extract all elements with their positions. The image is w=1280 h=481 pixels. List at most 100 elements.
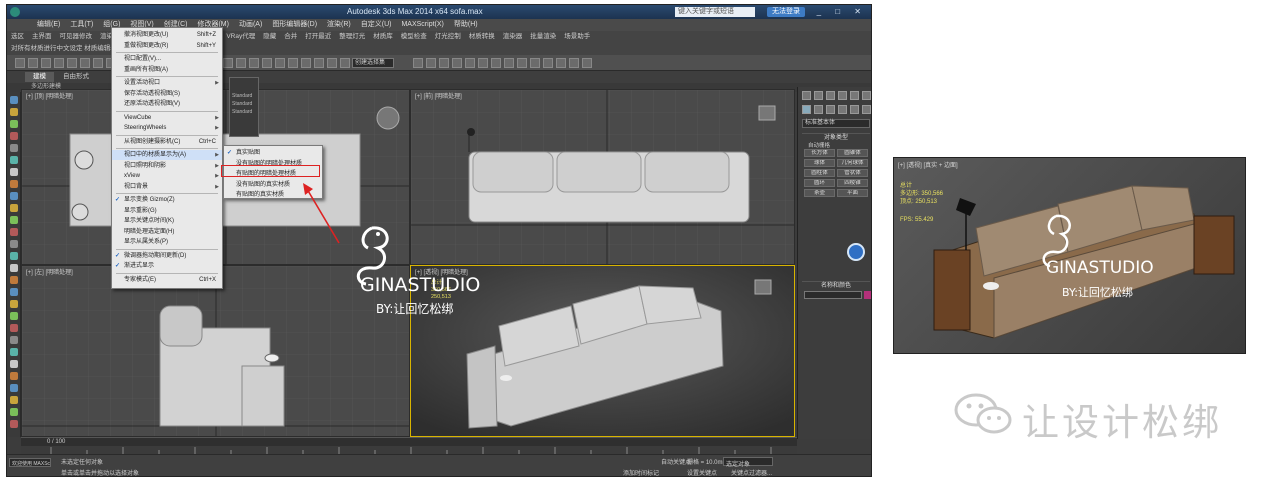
toolbar-button-icon[interactable] bbox=[275, 58, 285, 68]
toolbar-button-icon[interactable] bbox=[262, 58, 272, 68]
script-button[interactable]: 选区 bbox=[11, 31, 24, 43]
cameras-icon[interactable] bbox=[838, 105, 847, 114]
toolbar-button-icon[interactable] bbox=[41, 58, 51, 68]
primitive-button[interactable]: 管状体 bbox=[837, 169, 868, 177]
toolbar-button-icon[interactable] bbox=[426, 58, 436, 68]
modify-tab-icon[interactable] bbox=[814, 91, 823, 100]
tool-strip-icon[interactable] bbox=[10, 144, 18, 152]
toolbar-button-icon[interactable] bbox=[413, 58, 423, 68]
toolbar-button-icon[interactable] bbox=[54, 58, 64, 68]
tool-strip-icon[interactable] bbox=[10, 168, 18, 176]
create-tab-icon[interactable] bbox=[802, 91, 811, 100]
tool-strip-icon[interactable] bbox=[10, 192, 18, 200]
toolbar-button-icon[interactable] bbox=[517, 58, 527, 68]
menu-item[interactable]: 帮助(H) bbox=[454, 19, 478, 31]
selection-set-dropdown[interactable]: 创建选择集 bbox=[352, 58, 394, 68]
hierarchy-tab-icon[interactable] bbox=[826, 91, 835, 100]
maxscript-listener[interactable]: 欢迎使用 MAXSc bbox=[9, 458, 51, 467]
menu-option[interactable]: ViewCube ▶ bbox=[112, 113, 222, 123]
viewport-front-label[interactable]: [+] [前] [明暗处理] bbox=[415, 91, 462, 100]
shapes-icon[interactable] bbox=[814, 105, 823, 114]
tab-freeform[interactable]: 自由形式 bbox=[55, 72, 97, 82]
menu-option[interactable]: 还原活动透视视图(V) bbox=[112, 99, 222, 109]
script-button[interactable]: 打开最近 bbox=[305, 31, 331, 43]
auto-key-button[interactable]: 自动关键点 bbox=[661, 457, 691, 466]
tool-strip-icon[interactable] bbox=[10, 336, 18, 344]
toolbar-button-icon[interactable] bbox=[530, 58, 540, 68]
time-slider[interactable]: 0 / 100 bbox=[21, 437, 797, 446]
tool-strip-icon[interactable] bbox=[10, 360, 18, 368]
menu-option[interactable]: 保存活动透视视图(S) bbox=[112, 89, 222, 99]
primitive-button[interactable]: 圆环 bbox=[804, 179, 835, 187]
toolbar-button-icon[interactable] bbox=[67, 58, 77, 68]
toolbar-button-icon[interactable] bbox=[543, 58, 553, 68]
viewport-left-label[interactable]: [+] [左] [明暗处理] bbox=[26, 267, 73, 276]
tool-strip-icon[interactable] bbox=[10, 132, 18, 140]
tool-strip-icon[interactable] bbox=[10, 108, 18, 116]
menu-item[interactable]: 动画(A) bbox=[239, 19, 262, 31]
tool-strip-icon[interactable] bbox=[10, 348, 18, 356]
toolbar-button-icon[interactable] bbox=[582, 58, 592, 68]
toolbar-button-icon[interactable] bbox=[249, 58, 259, 68]
add-time-tag[interactable]: 添加时间标记 bbox=[623, 468, 659, 476]
set-key-button[interactable]: 设置关键点 bbox=[687, 468, 717, 476]
tool-strip-icon[interactable] bbox=[10, 240, 18, 248]
toolbar-button-icon[interactable] bbox=[28, 58, 38, 68]
search-input[interactable]: 键入关键字或短语 bbox=[675, 7, 755, 17]
tool-strip-icon[interactable] bbox=[10, 276, 18, 284]
menu-item[interactable]: 编辑(E) bbox=[37, 19, 60, 31]
tool-strip-icon[interactable] bbox=[10, 96, 18, 104]
script-button[interactable]: 隐藏 bbox=[263, 31, 276, 43]
tool-strip-icon[interactable] bbox=[10, 180, 18, 188]
tab-modeling[interactable]: 建模 bbox=[25, 72, 54, 82]
primitive-button[interactable]: 几何球体 bbox=[837, 159, 868, 167]
tool-strip-icon[interactable] bbox=[10, 384, 18, 392]
tool-strip-icon[interactable] bbox=[10, 396, 18, 404]
primitive-button[interactable]: 茶壶 bbox=[804, 189, 835, 197]
primitive-button[interactable]: 四棱锥 bbox=[837, 179, 868, 187]
viewcube-top[interactable] bbox=[376, 106, 400, 130]
tool-strip-icon[interactable] bbox=[10, 204, 18, 212]
toolbar-button-icon[interactable] bbox=[478, 58, 488, 68]
script-button[interactable]: 灯光控制 bbox=[435, 31, 461, 43]
tool-strip-icon[interactable] bbox=[10, 372, 18, 380]
geometry-icon[interactable] bbox=[802, 105, 811, 114]
selected-dropdown[interactable]: 选定对象 bbox=[723, 457, 773, 468]
primitive-type-dropdown[interactable]: 标准基本体 bbox=[802, 119, 870, 128]
menu-option[interactable]: xView ▶ bbox=[112, 171, 222, 181]
menu-option[interactable]: ✓ 微调器拖动期间更新(D) bbox=[112, 251, 222, 261]
script-button[interactable]: 渲染器 bbox=[503, 31, 523, 43]
autogrid-checkbox[interactable]: 自动栅格 bbox=[808, 141, 830, 149]
object-color-swatch[interactable] bbox=[864, 291, 871, 299]
help-bubble-icon[interactable] bbox=[847, 243, 865, 261]
toolbar-button-icon[interactable] bbox=[465, 58, 475, 68]
utilities-tab-icon[interactable] bbox=[862, 91, 871, 100]
tool-strip-icon[interactable] bbox=[10, 216, 18, 224]
tool-strip-icon[interactable] bbox=[10, 312, 18, 320]
toolbar-button-icon[interactable] bbox=[236, 58, 246, 68]
menu-item[interactable]: 工具(T) bbox=[70, 19, 93, 31]
tool-strip-icon[interactable] bbox=[10, 300, 18, 308]
menu-item[interactable]: 渲染(R) bbox=[327, 19, 351, 31]
script-button[interactable]: 可见器修改 bbox=[60, 31, 93, 43]
menu-option[interactable]: 视口中的材质显示为(A) ▶ bbox=[112, 150, 222, 160]
toolbar-button-icon[interactable] bbox=[301, 58, 311, 68]
toolbar-button-icon[interactable] bbox=[340, 58, 350, 68]
menu-option[interactable]: 视口背景 ▶ bbox=[112, 182, 222, 192]
name-color-rollout[interactable]: 名称和颜色 bbox=[802, 281, 870, 289]
viewcube-persp[interactable] bbox=[754, 279, 772, 295]
script-button[interactable]: 材质转换 bbox=[469, 31, 495, 43]
primitive-button[interactable]: 球体 bbox=[804, 159, 835, 167]
toolbar-button-icon[interactable] bbox=[223, 58, 233, 68]
menu-item[interactable]: 图形编辑器(D) bbox=[272, 19, 317, 31]
script-button[interactable]: 合并 bbox=[284, 31, 297, 43]
login-button[interactable]: 无法登录 bbox=[767, 7, 805, 17]
app-logo-icon[interactable] bbox=[10, 7, 20, 17]
script-button[interactable]: 整理灯光 bbox=[339, 31, 365, 43]
menu-item[interactable]: 自定义(U) bbox=[361, 19, 392, 31]
toolbar-button-icon[interactable] bbox=[314, 58, 324, 68]
menu-option[interactable]: SteeringWheels ▶ bbox=[112, 123, 222, 133]
primitive-button[interactable]: 圆柱体 bbox=[804, 169, 835, 177]
menu-option[interactable]: ✓ 真实贴图 bbox=[224, 148, 322, 158]
primitive-button[interactable]: 平面 bbox=[837, 189, 868, 197]
